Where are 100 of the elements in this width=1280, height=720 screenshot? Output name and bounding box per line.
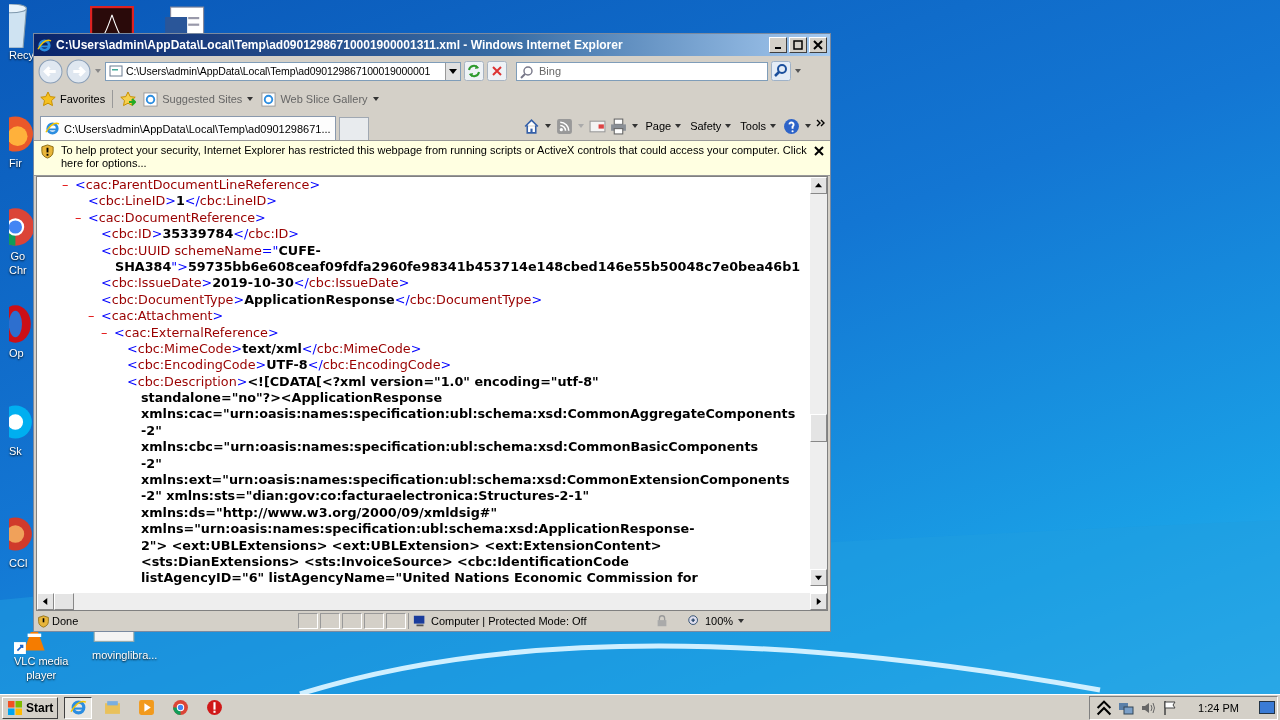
desktop-icon-label: Op xyxy=(9,346,24,360)
caret-icon xyxy=(724,122,733,130)
web-page-icon xyxy=(143,91,159,107)
left-arrow-icon xyxy=(42,598,49,605)
computer-icon xyxy=(413,614,427,628)
search-button[interactable] xyxy=(771,61,791,81)
horizontal-scrollbar[interactable] xyxy=(37,593,827,610)
status-pane xyxy=(298,613,318,629)
print-icon[interactable] xyxy=(610,117,628,135)
zoom-menu[interactable]: 100% xyxy=(687,614,757,628)
caret-icon xyxy=(769,122,777,130)
caret-icon[interactable] xyxy=(544,122,553,130)
xml-line: <cbc:UUID schemeName="CUFE- xyxy=(101,242,321,258)
back-button[interactable] xyxy=(38,58,63,84)
information-bar[interactable]: To help protect your security, Internet Explorer has restricted this webpage from running scripts or ActiveX controls that could access your computer. Click here for options... xyxy=(34,140,830,176)
desktop-icon-label: Sk xyxy=(9,444,22,458)
web-page-icon xyxy=(261,91,277,107)
scroll-thumb[interactable] xyxy=(810,414,827,442)
favorite-link[interactable]: Web Slice Gallery xyxy=(261,91,380,107)
collapse-toggle[interactable]: – xyxy=(62,177,75,194)
browser-logo-icon xyxy=(37,37,52,53)
scroll-right-button[interactable] xyxy=(810,593,827,610)
scroll-up-button[interactable] xyxy=(810,177,827,194)
caret-icon[interactable] xyxy=(804,122,812,130)
shield-warning-icon xyxy=(37,614,50,628)
command-menu[interactable]: Safety xyxy=(688,120,735,132)
xml-line: standalone="no"?><ApplicationResponse xyxy=(141,390,443,406)
desktop-icon-label: Go Chr xyxy=(9,249,27,277)
close-icon[interactable] xyxy=(814,146,824,156)
flag-icon[interactable] xyxy=(1162,699,1179,716)
xml-line: xmlns="urn:oasis:names:specification:ubl:schema:xsd:ApplicationResponse- xyxy=(141,521,695,537)
status-pane xyxy=(386,613,406,629)
help-icon[interactable] xyxy=(783,117,800,135)
home-icon[interactable] xyxy=(523,117,541,135)
desktop-icon-label: VLC media player xyxy=(14,654,69,682)
favorite-link[interactable]: Suggested Sites xyxy=(143,91,255,107)
address-field[interactable]: C:\Users\admin\AppData\Local\Temp\ad090129867100019000001 xyxy=(105,61,461,81)
maximize-icon xyxy=(793,40,803,50)
caret-icon xyxy=(674,122,683,130)
xml-line: xmlns:ext="urn:oasis:names:specification:ubl:schema:xsd:CommonExtensionComponents xyxy=(141,472,790,488)
scroll-left-button[interactable] xyxy=(37,593,54,610)
xml-line: <cbc:ID>35339784</cbc:ID> xyxy=(101,226,300,242)
xml-line: <cbc:MimeCode>text/xml</cbc:MimeCode> xyxy=(127,340,422,356)
desktop-icon-label: CCl xyxy=(9,556,28,570)
xml-line: xmlns:cbc="urn:oasis:names:specification:ubl:schema:xsd:CommonBasicComponents xyxy=(141,439,759,455)
caret-icon[interactable] xyxy=(794,67,802,75)
collapse-toggle[interactable]: – xyxy=(75,209,88,227)
favorites-button[interactable]: Favorites xyxy=(40,91,106,107)
round-app-icon[interactable] xyxy=(9,205,33,249)
forward-button[interactable] xyxy=(66,58,91,84)
show-desktop-button[interactable] xyxy=(1259,700,1275,715)
minimize-icon xyxy=(775,47,781,49)
close-icon xyxy=(813,40,823,50)
collapse-toggle[interactable]: – xyxy=(88,308,101,325)
chevron-icon[interactable] xyxy=(816,117,826,128)
caret-icon xyxy=(371,95,380,103)
scroll-down-button[interactable] xyxy=(810,569,827,586)
show-hidden-icons-icon[interactable] xyxy=(1096,699,1113,716)
xml-line: xmlns:cac="urn:oasis:names:specification:ubl:schema:xsd:CommonAggregateComponents xyxy=(141,406,796,422)
command-menu[interactable]: Tools xyxy=(738,120,779,132)
dropdown-button[interactable] xyxy=(445,62,460,80)
maximize-button[interactable] xyxy=(789,37,807,53)
xml-line: <cbc:IssueDate>2019-10-30</cbc:IssueDate> xyxy=(101,275,410,291)
browser-taskbar-icon[interactable] xyxy=(64,696,93,719)
star-icon xyxy=(40,91,56,107)
xml-line: -2" xmlns:sts="dian:gov:co:facturaelectronica:Structures-2-1" xyxy=(141,488,590,504)
xml-line: <cac:ExternalReference> xyxy=(114,324,279,340)
xml-line: <cac:DocumentReference> xyxy=(88,209,266,225)
window-title: C:\Users\admin\AppData\Local\Temp\ad09012986710001900001311.xml - Windows Internet Explorer xyxy=(56,38,624,52)
status-pane xyxy=(320,613,340,629)
xml-line: <cbc:DocumentType>ApplicationResponse</cbc:DocumentType> xyxy=(101,291,543,307)
desktop-icon-label: movinglibra... xyxy=(92,648,158,662)
collapse-toggle[interactable]: – xyxy=(101,324,114,341)
vertical-scrollbar[interactable] xyxy=(810,177,827,586)
browser-tab[interactable]: C:\Users\admin\AppData\Local\Temp\ad0901298671... xyxy=(40,116,336,140)
scroll-thumb[interactable] xyxy=(54,593,74,610)
windows-logo-icon xyxy=(7,699,23,716)
caret-icon[interactable] xyxy=(631,122,640,130)
status-pane xyxy=(364,613,384,629)
clock[interactable]: 1:24 PM xyxy=(1184,701,1253,714)
search-icon xyxy=(520,64,534,79)
start-button[interactable]: Start xyxy=(2,696,59,719)
xml-line: <cbc:EncodingCode>UTF-8</cbc:EncodingCode> xyxy=(127,357,452,373)
right-arrow-icon xyxy=(815,598,822,605)
command-menu[interactable]: Page xyxy=(643,120,685,132)
xml-line: <cac:ParentDocumentLineReference> xyxy=(75,177,321,192)
stop-button[interactable] xyxy=(487,61,507,81)
xml-line: <cbc:Description><![CDATA[<?xml version="1.0" encoding="utf-8" xyxy=(127,373,599,389)
security-warning-text[interactable]: To help protect your security, Internet Explorer has restricted this webpage from running scripts or ActiveX controls that could access your computer. Click here for options... xyxy=(61,144,808,170)
desktop-icon-label: Fir xyxy=(9,156,22,170)
minimize-button[interactable] xyxy=(769,37,787,53)
xml-line: <cbc:LineID>1</cbc:LineID> xyxy=(88,193,278,209)
search-field[interactable]: Bing xyxy=(516,61,768,81)
document-icon[interactable] xyxy=(90,6,134,33)
status-pane xyxy=(342,613,362,629)
close-button[interactable] xyxy=(809,37,827,53)
cone-icon[interactable] xyxy=(14,632,48,654)
caret-icon xyxy=(737,617,746,625)
xml-line: <sts:DianExtensions> <sts:InvoiceSource> <cbc:IdentificationCode xyxy=(141,554,629,569)
xml-line: xmlns:ds="http://www.w3.org/2000/09/xmldsig#" xyxy=(141,504,498,520)
